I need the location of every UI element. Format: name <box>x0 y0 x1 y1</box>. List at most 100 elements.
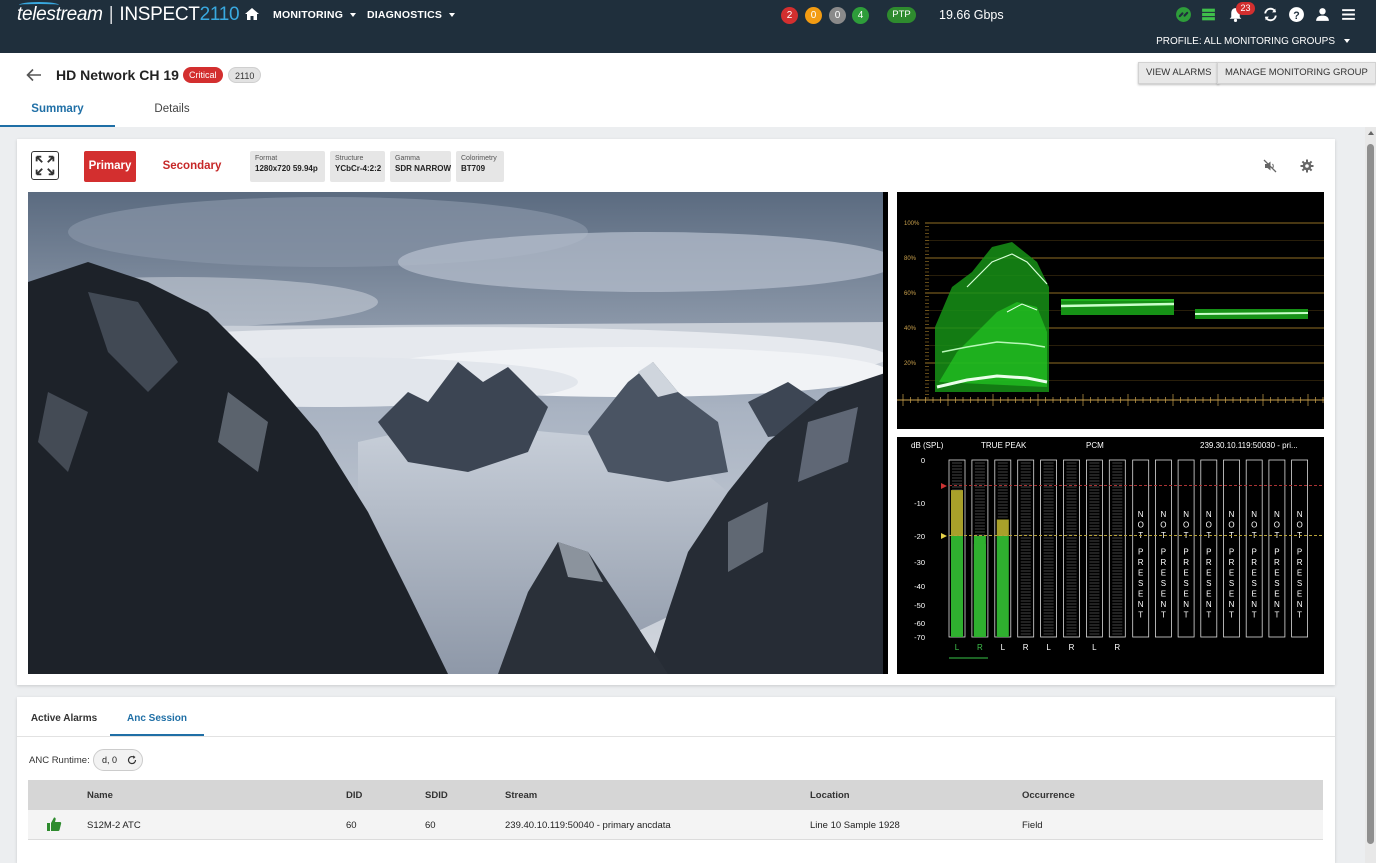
audio-format-label: PCM <box>1086 441 1104 450</box>
primary-stream-button[interactable]: Primary <box>84 151 136 182</box>
home-icon[interactable] <box>244 6 260 22</box>
audio-meters: dB (SPL) TRUE PEAK PCM 239.30.10.119:500… <box>897 437 1324 674</box>
server-list-icon[interactable] <box>1200 6 1217 23</box>
audio-not-present-letter: E <box>1229 590 1234 599</box>
severity-badge: Critical <box>183 67 223 83</box>
column-name[interactable]: Name <box>87 790 113 801</box>
colorimetry-value: BT709 <box>461 164 486 173</box>
table-row[interactable]: S12M-2 ATC 60 60 239.40.10.119:50040 - p… <box>28 810 1323 840</box>
audio-not-present-letter: N <box>1138 510 1144 519</box>
standard-badge: 2110 <box>228 67 262 83</box>
tab-summary[interactable]: Summary <box>0 97 115 127</box>
scrollbar-thumb[interactable] <box>1367 144 1374 844</box>
audio-not-present-letter: E <box>1252 590 1257 599</box>
audio-not-present-letter: S <box>1252 579 1257 588</box>
status-count-unknown[interactable]: 0 <box>829 7 846 24</box>
secondary-stream-button[interactable]: Secondary <box>159 151 225 182</box>
gear-icon[interactable] <box>1300 159 1314 173</box>
tab-active-alarms[interactable]: Active Alarms <box>25 706 103 736</box>
audio-not-present-letter: T <box>1138 611 1143 620</box>
audio-not-present-letter: N <box>1206 600 1212 609</box>
audio-mute-icon[interactable] <box>1263 159 1277 173</box>
view-alarms-button[interactable]: VIEW ALARMS <box>1138 62 1220 84</box>
audio-not-present-letter: N <box>1229 600 1235 609</box>
audio-not-present-letter: N <box>1206 510 1212 519</box>
audio-not-present-letter: R <box>1274 558 1280 567</box>
app-logo[interactable]: telestream | INSPECT2110 <box>17 2 240 26</box>
audio-meter-frame <box>1085 459 1103 638</box>
audio-not-present-letter: N <box>1297 600 1303 609</box>
audio-level-warn-fill <box>996 519 1009 536</box>
top-bar: telestream | INSPECT2110 MONITORING DIAGNO… <box>0 0 1376 53</box>
nav-monitoring-label: MONITORING <box>273 9 344 21</box>
audio-scale-label: -40 <box>914 582 925 591</box>
status-count-warning[interactable]: 0 <box>805 7 822 24</box>
help-icon[interactable]: ? <box>1288 6 1305 23</box>
audio-scale-label: -10 <box>914 499 925 508</box>
column-location[interactable]: Location <box>810 790 850 801</box>
colorimetry-label: Colorimetry <box>461 155 497 162</box>
page-title: HD Network CH 19 <box>56 67 179 83</box>
audio-not-present-letter: T <box>1252 611 1257 620</box>
audio-meter-frame <box>1017 459 1035 638</box>
audio-not-present-letter: O <box>1251 521 1257 530</box>
column-occurrence[interactable]: Occurrence <box>1022 790 1075 801</box>
menu-icon[interactable] <box>1340 6 1357 23</box>
nav-diagnostics[interactable]: DIAGNOSTICS <box>367 9 456 21</box>
gamma-value: SDR NARROW <box>395 164 451 173</box>
audio-not-present-letter: E <box>1274 590 1279 599</box>
cell-name: S12M-2 ATC <box>87 820 141 831</box>
product-number: 2110 <box>199 4 240 25</box>
anc-session-card: Active Alarms Anc Session ANC Runtime: d… <box>17 697 1335 863</box>
audio-not-present-letter: N <box>1274 510 1280 519</box>
audio-not-present-letter: E <box>1206 590 1211 599</box>
audio-scale-label: -50 <box>914 601 925 610</box>
audio-not-present-letter: P <box>1274 548 1279 557</box>
audio-not-present-letter: S <box>1206 579 1211 588</box>
refresh-icon[interactable] <box>127 755 137 765</box>
nav-monitoring[interactable]: MONITORING <box>273 9 357 21</box>
audio-not-present-letter: P <box>1229 548 1234 557</box>
column-sdid[interactable]: SDID <box>425 790 448 801</box>
thumbs-up-icon <box>47 817 62 831</box>
cell-occurrence: Field <box>1022 820 1043 831</box>
anc-runtime-value[interactable]: d, 0 <box>93 749 143 771</box>
status-count-critical[interactable]: 2 <box>781 7 798 24</box>
ptp-badge[interactable]: PTP <box>887 7 916 23</box>
sync-icon[interactable] <box>1262 6 1279 23</box>
tab-details[interactable]: Details <box>130 97 214 127</box>
status-count-ok[interactable]: 4 <box>852 7 869 24</box>
audio-not-present-letter: R <box>1183 558 1189 567</box>
logo-swoosh <box>19 2 59 8</box>
audio-meter-frame <box>1040 459 1058 638</box>
notification-badge: 23 <box>1236 2 1255 15</box>
audio-not-present-letter: N <box>1274 600 1280 609</box>
audio-not-present-letter: N <box>1251 600 1257 609</box>
column-stream[interactable]: Stream <box>505 790 537 801</box>
user-icon[interactable] <box>1314 6 1331 23</box>
video-preview[interactable] <box>28 192 888 674</box>
audio-scale-label: -70 <box>914 633 925 642</box>
structure-label: Structure <box>335 155 364 162</box>
tab-anc-session[interactable]: Anc Session <box>110 706 204 736</box>
audio-scale-label: -60 <box>914 619 925 628</box>
audio-not-present-letter: N <box>1229 510 1235 519</box>
scroll-up-icon[interactable] <box>1368 131 1374 135</box>
nav-diagnostics-label: DIAGNOSTICS <box>367 9 443 21</box>
waveform-scale-label: 80% <box>904 256 917 262</box>
back-arrow-icon[interactable] <box>26 68 42 82</box>
audio-not-present-letter: T <box>1229 611 1234 620</box>
audio-channel-label: L <box>1001 643 1006 652</box>
audio-not-present-letter: R <box>1161 558 1167 567</box>
waveform-scale-label: 60% <box>904 291 917 297</box>
fit-screen-icon[interactable] <box>31 151 59 180</box>
manage-monitoring-group-button[interactable]: MANAGE MONITORING GROUP <box>1217 62 1376 84</box>
column-did[interactable]: DID <box>346 790 362 801</box>
profile-selector[interactable]: PROFILE: ALL MONITORING GROUPS <box>1156 36 1350 47</box>
link-status-icon[interactable] <box>1175 6 1192 23</box>
audio-not-present-letter: N <box>1161 600 1167 609</box>
audio-channel-label: L <box>1092 643 1097 652</box>
audio-not-present-letter: R <box>1297 558 1303 567</box>
structure-chip: Structure YCbCr-4:2:2 <box>330 151 385 182</box>
page-scrollbar[interactable] <box>1365 127 1376 863</box>
